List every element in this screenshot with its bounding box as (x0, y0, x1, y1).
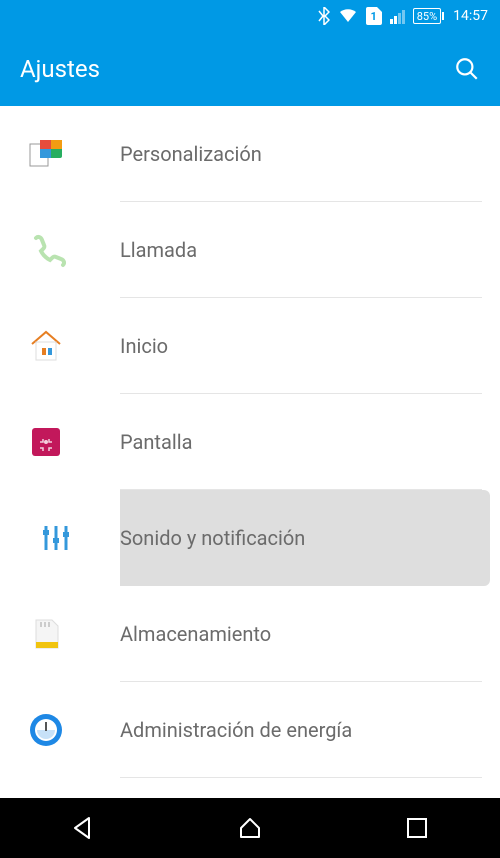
settings-item-label: Llamada (120, 238, 197, 262)
back-button[interactable] (69, 814, 97, 842)
settings-item-personalization[interactable]: Personalización (0, 106, 500, 202)
bluetooth-icon (318, 7, 330, 25)
sound-icon (10, 490, 120, 586)
settings-item-label: Administración de energía (120, 718, 352, 742)
search-button[interactable] (454, 56, 480, 82)
home-button[interactable] (236, 814, 264, 842)
settings-item-call[interactable]: Llamada (0, 202, 500, 298)
home-icon (26, 326, 120, 366)
recent-button[interactable] (403, 814, 431, 842)
navigation-bar (0, 798, 500, 858)
settings-item-sound[interactable]: Sonido y notificación (10, 490, 490, 586)
settings-list: Personalización Llamada Inicio (0, 106, 500, 778)
call-icon (26, 230, 120, 270)
signal-icon (390, 8, 405, 24)
storage-icon (26, 614, 120, 654)
settings-item-label: Almacenamiento (120, 622, 271, 646)
app-header: Ajustes (0, 32, 500, 106)
settings-item-power[interactable]: Administración de energía (0, 682, 500, 778)
status-bar: 1 85% 14:57 (0, 0, 500, 32)
settings-item-label: Pantalla (120, 430, 192, 454)
settings-item-display[interactable]: Pantalla (0, 394, 500, 490)
sim-icon: 1 (366, 7, 382, 25)
settings-item-home[interactable]: Inicio (0, 298, 500, 394)
wifi-icon (338, 8, 358, 24)
battery-icon: 85% (413, 8, 441, 24)
settings-item-storage[interactable]: Almacenamiento (0, 586, 500, 682)
settings-item-label: Inicio (120, 334, 168, 358)
page-title: Ajustes (20, 55, 100, 83)
status-time: 14:57 (453, 8, 488, 24)
settings-item-label: Personalización (120, 142, 262, 166)
display-icon (26, 422, 120, 462)
personalization-icon (26, 134, 120, 174)
power-icon (26, 710, 120, 750)
settings-item-label: Sonido y notificación (120, 526, 305, 550)
